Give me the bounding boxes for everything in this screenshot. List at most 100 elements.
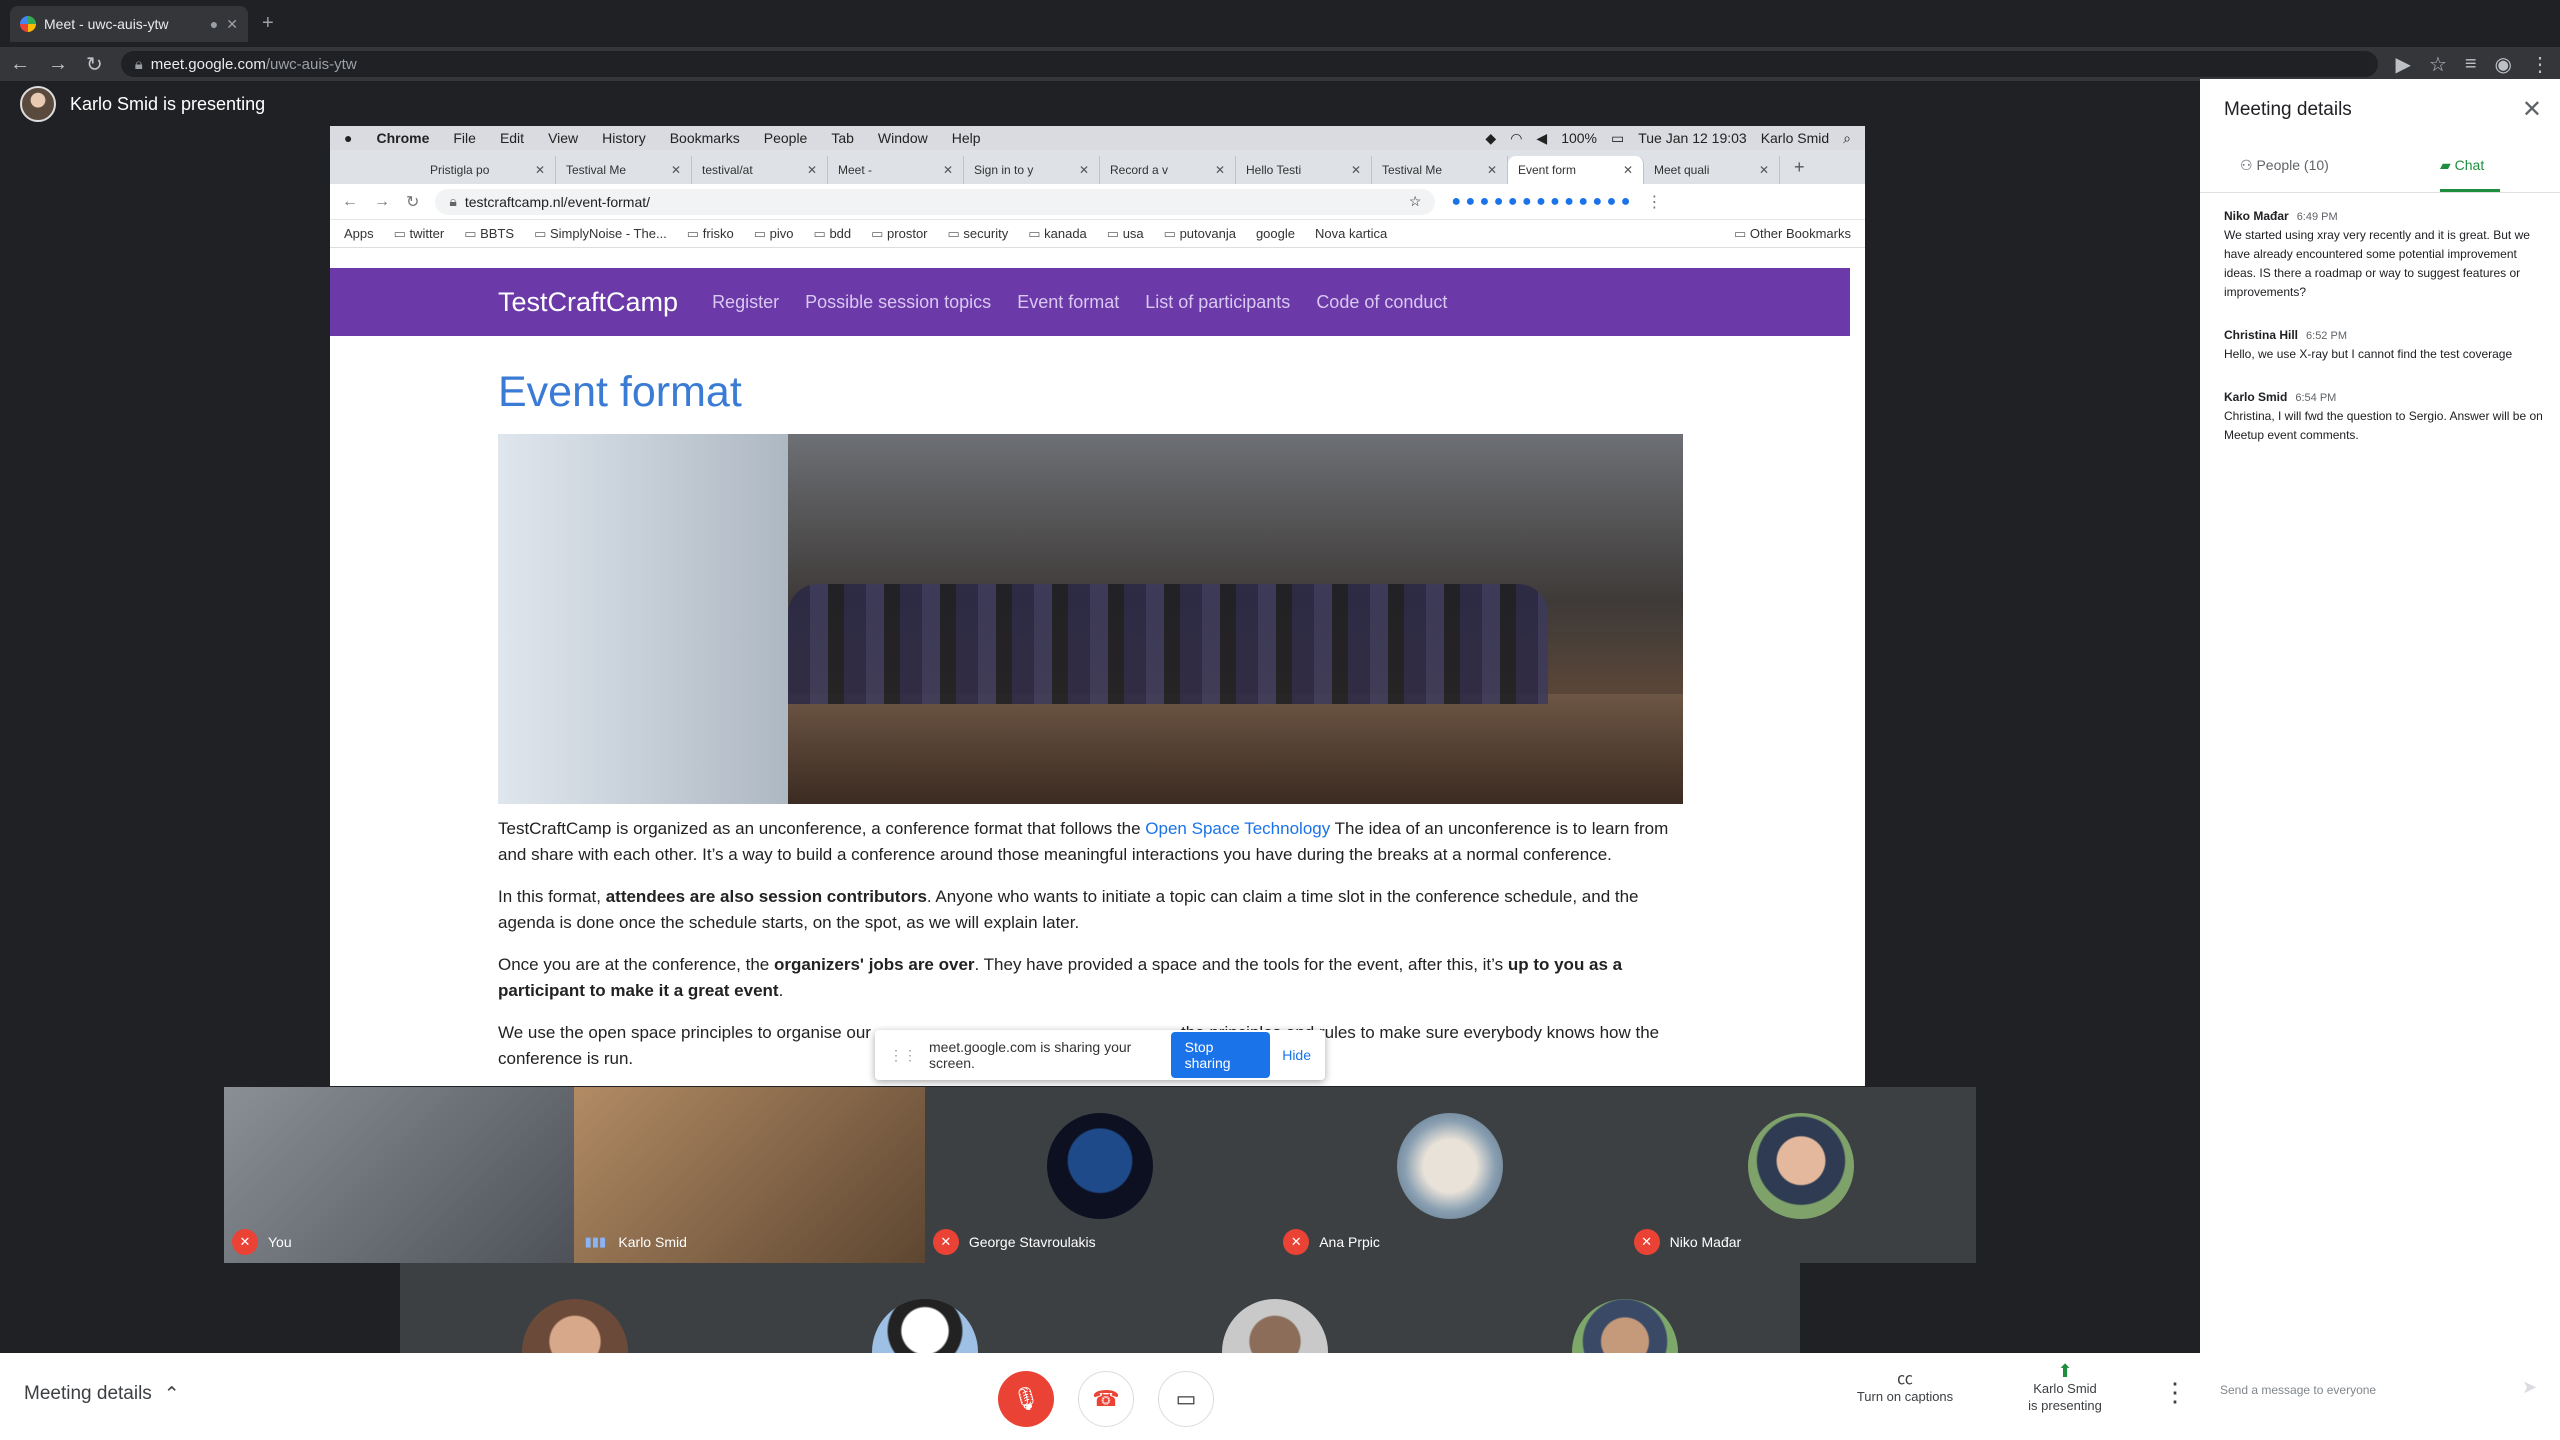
bookmark-item: usa xyxy=(1107,226,1144,242)
bookmark-item: frisko xyxy=(687,226,734,242)
close-icon: ✕ xyxy=(1622,163,1633,177)
presenting-button[interactable]: ⬆ Karlo Smid is presenting xyxy=(2020,1361,2110,1414)
tab-people[interactable]: ⚇ People (10) xyxy=(2240,157,2329,174)
mic-toggle-button[interactable]: 🎙︎ xyxy=(998,1371,1054,1427)
inner-tab: Hello Testi ✕ xyxy=(1236,156,1372,184)
meet-favicon-icon xyxy=(20,16,36,32)
mic-off-icon: ✕ xyxy=(932,1229,959,1255)
inner-tab: Pristigla po ✕ xyxy=(420,156,556,184)
participant-tile-you[interactable]: ✕ You xyxy=(224,1087,575,1263)
captions-button[interactable]: ㏄ Turn on captions xyxy=(1850,1371,1960,1405)
leave-call-button[interactable]: ☎︎ xyxy=(1078,1371,1134,1427)
chat-message: Niko Mađar 6:49 PM We started using xray … xyxy=(2224,209,2544,302)
site-nav-conduct: Code of conduct xyxy=(1316,291,1448,312)
panel-title: Meeting details xyxy=(2224,99,2352,120)
menu-icon[interactable]: ⋮ xyxy=(2530,52,2550,77)
close-icon: ✕ xyxy=(534,163,545,177)
hide-button[interactable]: Hide xyxy=(1282,1047,1311,1063)
send-icon[interactable]: ➤ xyxy=(2522,1377,2537,1398)
participant-avatar[interactable] xyxy=(1572,1299,1678,1353)
inner-lock-icon: 🔒︎ xyxy=(449,193,457,209)
tile-label: ✕ Niko Mađar xyxy=(1633,1229,1741,1255)
close-icon: ✕ xyxy=(806,163,817,177)
close-tab-icon[interactable]: ✕ xyxy=(226,16,238,33)
volume-icon: ◀ xyxy=(1536,129,1548,146)
mic-off-icon: 🎙︎ xyxy=(1012,1386,1040,1411)
participant-avatar[interactable] xyxy=(872,1299,978,1353)
captions-label: Turn on captions xyxy=(1856,1389,1954,1404)
mac-status-area: ◆ ◠ ◀ 100% ▭ Tue Jan 12 19:03 Karlo Smid… xyxy=(1485,130,1851,147)
stop-sharing-button[interactable]: Stop sharing xyxy=(1170,1032,1271,1078)
message-time: 6:52 PM xyxy=(2306,330,2347,342)
mic-off-icon: ✕ xyxy=(232,1229,258,1255)
hero-crowd xyxy=(788,584,1548,704)
shared-screen: ● Chrome File Edit View History Bookmark… xyxy=(330,126,1865,1086)
reload-icon[interactable]: ↻ xyxy=(86,52,103,77)
media-icon[interactable]: ≡ xyxy=(2465,53,2477,76)
outer-toolbar: ← → ↻ 🔒︎ meet.google.com /uwc-auis-ytw ▶… xyxy=(0,47,2560,81)
inner-tab-title: Hello Testi xyxy=(1246,163,1302,177)
inner-tab: Meet - ✕ xyxy=(828,156,964,184)
bookmark-item: Nova kartica xyxy=(1315,226,1388,241)
battery-text: 100% xyxy=(1561,130,1597,146)
camera-icon[interactable]: ▶ xyxy=(2396,52,2411,77)
participant-tile-ana[interactable]: ✕ Ana Prpic xyxy=(1275,1087,1626,1263)
participant-name: George Stavroulakis xyxy=(968,1234,1096,1250)
bookmark-item: kanada xyxy=(1028,226,1087,242)
sharing-text: meet.google.com is sharing your screen. xyxy=(929,1039,1132,1071)
close-icon: ✕ xyxy=(1758,163,1769,177)
chat-input[interactable]: Send a message to everyone xyxy=(2220,1383,2520,1397)
site-page-title: Event format xyxy=(498,368,742,416)
inner-tab-title: testival/at xyxy=(702,163,753,177)
profile-avatar-icon[interactable]: ◉ xyxy=(2495,52,2512,77)
message-time: 6:54 PM xyxy=(2295,392,2337,404)
inner-tab-title: Sign in to y xyxy=(974,163,1034,177)
call-controls: 🎙︎ ☎︎ ▭ xyxy=(998,1371,1214,1427)
participant-avatar[interactable] xyxy=(522,1299,628,1353)
participant-tile-niko[interactable]: ✕ Niko Mađar xyxy=(1625,1087,1977,1263)
tile-label: ▮▮▮ Karlo Smid xyxy=(582,1229,687,1255)
bold-run: attendees are also session contributors xyxy=(605,887,927,906)
camera-toggle-button[interactable]: ▭ xyxy=(1158,1371,1214,1427)
participant-tile-george[interactable]: ✕ George Stavroulakis xyxy=(924,1087,1276,1263)
drag-handle-icon[interactable]: ⋮⋮ xyxy=(889,1047,917,1064)
meeting-details-button[interactable]: Meeting details ⌃ xyxy=(24,1383,180,1406)
close-icon[interactable]: ✕ xyxy=(2522,95,2542,124)
star-icon[interactable]: ☆ xyxy=(2429,52,2447,77)
inner-tab-title: Record a v xyxy=(1110,163,1169,177)
site-nav-event-format: Event format xyxy=(1017,291,1120,312)
inner-tab-title: Pristigla po xyxy=(430,163,490,177)
presenter-text: Karlo Smid is presenting xyxy=(70,93,266,114)
outer-tab-bar: Meet - uwc-auis-ytw ● ✕ + xyxy=(0,0,2560,47)
inner-reload-icon: ↻ xyxy=(406,193,420,211)
tile-label: ✕ Ana Prpic xyxy=(1283,1229,1380,1255)
presenting-line2: is presenting xyxy=(2028,1398,2102,1413)
back-icon[interactable]: ← xyxy=(10,53,30,76)
participant-tile-karlo[interactable]: ▮▮▮ Karlo Smid xyxy=(574,1087,925,1263)
participant-avatar[interactable] xyxy=(1222,1299,1328,1353)
inner-tab-strip: Pristigla po ✕ Testival Me ✕ testival/at ✕ … xyxy=(330,150,1865,184)
participant-name: You xyxy=(268,1234,292,1250)
message-time: 6:49 PM xyxy=(2296,211,2338,223)
participant-avatar xyxy=(1397,1113,1504,1219)
inner-tab-active: Event form ✕ xyxy=(1508,156,1644,184)
participant-avatar xyxy=(1747,1113,1854,1219)
mac-menu-chrome: Chrome xyxy=(376,130,430,146)
outer-address-bar[interactable]: 🔒︎ meet.google.com /uwc-auis-ytw xyxy=(120,51,2378,77)
inner-address-bar: 🔒︎ testcraftcamp.nl/event-format/ ☆ xyxy=(435,188,1436,215)
bookmark-item: security xyxy=(948,226,1008,242)
outer-tab-meet[interactable]: Meet - uwc-auis-ytw ● ✕ xyxy=(10,6,248,42)
bookmark-apps: Apps xyxy=(344,226,374,241)
open-space-link: Open Space Technology xyxy=(1145,819,1331,838)
forward-icon[interactable]: → xyxy=(48,53,68,76)
text-run: In this format, xyxy=(498,887,606,906)
inner-tab-title: Event form xyxy=(1518,163,1577,177)
present-screen-icon: ⬆ xyxy=(2057,1361,2073,1381)
more-options-icon[interactable]: ⋮ xyxy=(2162,1377,2188,1408)
new-tab-icon[interactable]: + xyxy=(262,12,274,35)
inner-url: testcraftcamp.nl/event-format/ xyxy=(464,193,651,210)
inner-tab-title: Meet - xyxy=(838,163,873,177)
close-icon: ✕ xyxy=(670,163,681,177)
tab-chat[interactable]: ▰ Chat xyxy=(2440,157,2484,174)
message-text: Hello, we use X-ray but I cannot find th… xyxy=(2224,347,2513,361)
